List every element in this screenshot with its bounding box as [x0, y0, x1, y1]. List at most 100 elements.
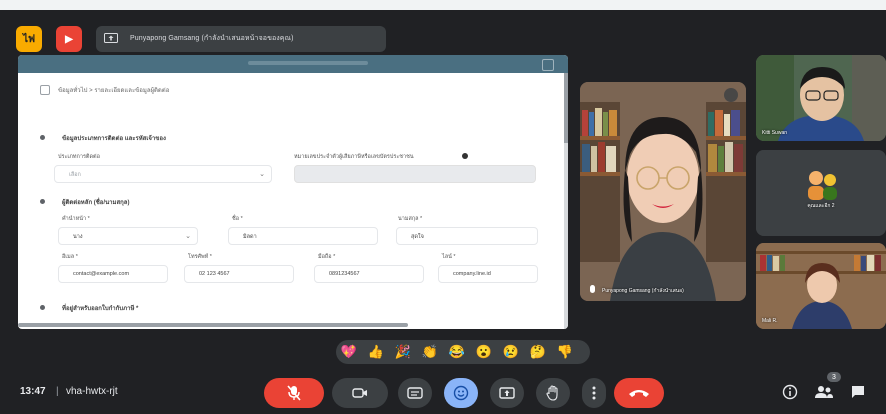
section-bullet — [40, 305, 45, 310]
email-input[interactable]: contact@example.com — [58, 265, 168, 283]
phone-value: 02 123 4567 — [199, 271, 230, 277]
participant-tile-1[interactable]: Kitti Suwan — [756, 55, 886, 141]
present-screen-icon — [104, 33, 118, 43]
first-name-input[interactable]: มิลดา — [228, 227, 378, 245]
meeting-time: 13:47 — [20, 386, 46, 397]
raise-hand-icon — [546, 385, 558, 401]
prefix-select[interactable]: นาง ⌄ — [58, 227, 198, 245]
first-name-value: มิลดา — [243, 234, 257, 240]
chat-button[interactable] — [846, 380, 870, 404]
chevron-down-icon: ⌄ — [185, 233, 191, 240]
chevron-down-icon: ⌄ — [259, 171, 265, 178]
camera-icon — [352, 388, 367, 398]
fullscreen-icon[interactable] — [542, 59, 554, 71]
line-label: ไลน์ * — [442, 254, 456, 260]
captions-button[interactable] — [398, 378, 432, 408]
app-badge-red[interactable]: ▶ — [56, 26, 82, 52]
phone-input[interactable]: 02 123 4567 — [184, 265, 294, 283]
mobile-label: มือถือ * — [318, 254, 336, 260]
email-label: อีเมล * — [62, 254, 78, 260]
participant-tile-2[interactable]: คุณและอีก 2 — [756, 150, 886, 236]
more-options-icon — [592, 386, 596, 400]
separator: | — [56, 386, 59, 397]
email-value: contact@example.com — [73, 271, 130, 277]
participant-count-badge: 3 — [827, 372, 841, 382]
meet-window: ไฟ ▶ Punyapong Gamsang (กำลังนำเสนอหน้าจ… — [0, 0, 886, 414]
vertical-scrollbar[interactable] — [564, 73, 568, 329]
reaction-laugh[interactable]: 😂 — [448, 343, 466, 361]
presentation-chip[interactable]: Punyapong Gamsang (กำลังนำเสนอหน้าจอของค… — [96, 26, 386, 52]
shared-document: ข้อมูลทั่วไป > รายละเอียดและข้อมูลผู้ติด… — [18, 73, 564, 327]
presentation-label: Punyapong Gamsang (กำลังนำเสนอหน้าจอของค… — [130, 35, 294, 42]
participant-tile-3[interactable]: Mali R. — [756, 243, 886, 329]
last-name-input[interactable]: สุดใจ — [396, 227, 538, 245]
meeting-code: vha-hwtx-rjt — [66, 386, 118, 397]
contact-type-value: เลือก — [69, 172, 81, 178]
contact-type-select[interactable]: เลือก ⌄ — [54, 165, 272, 183]
people-button[interactable] — [812, 380, 836, 404]
reactions-bar: 💖 👍 🎉 👏 😂 😮 😢 🤔 👎 — [336, 340, 590, 364]
participant-tile-main[interactable]: Punyapong Gamsang (กำลังนำเสนอ) — [580, 82, 746, 301]
present-button[interactable] — [490, 378, 524, 408]
tax-id-label: หมายเลขประจำตัวผู้เสียภาษีหรือเลขบัตรประ… — [294, 154, 414, 160]
present-icon — [499, 387, 515, 399]
people-icon — [815, 386, 833, 398]
reaction-thumbs-down[interactable]: 👎 — [556, 343, 574, 361]
section-contact-type: ข้อมูลประเภทการติดต่อ และรหัสเจ้าของ — [62, 136, 166, 142]
section-bullet — [40, 135, 45, 140]
reaction-thinking[interactable]: 🤔 — [529, 343, 547, 361]
horizontal-scrollbar[interactable] — [18, 323, 408, 327]
emoji-reactions-button[interactable] — [444, 378, 478, 408]
app-badge-yellow[interactable]: ไฟ — [16, 26, 42, 52]
chat-icon — [852, 386, 864, 398]
last-name-value: สุดใจ — [411, 234, 424, 240]
participant-name-3: Mali R. — [762, 318, 778, 324]
tax-id-input[interactable] — [294, 165, 536, 183]
phone-label: โทรศัพท์ * — [188, 254, 212, 260]
mic-off-icon — [287, 385, 301, 401]
section-tax-address: ที่อยู่สำหรับออกใบกำกับภาษี * — [62, 306, 139, 312]
breadcrumb: ข้อมูลทั่วไป > รายละเอียดและข้อมูลผู้ติด… — [58, 88, 170, 94]
shared-screen: ข้อมูลทั่วไป > รายละเอียดและข้อมูลผู้ติด… — [18, 55, 568, 329]
reaction-sad[interactable]: 😢 — [502, 343, 520, 361]
reaction-surprised[interactable]: 😮 — [475, 343, 493, 361]
prefix-value: นาง — [73, 234, 83, 240]
prefix-label: คำนำหน้า * — [62, 216, 90, 222]
more-options-button[interactable] — [582, 378, 606, 408]
meeting-info-button[interactable] — [778, 380, 802, 404]
info-icon — [782, 384, 798, 400]
line-input[interactable]: company.line.id — [438, 265, 538, 283]
info-icon[interactable] — [462, 153, 468, 159]
browser-top-strip — [0, 0, 886, 10]
participant-name-1: Kitti Suwan — [762, 130, 788, 136]
more-options-icon[interactable] — [724, 88, 738, 102]
section-bullet — [40, 199, 45, 204]
mic-icon — [590, 285, 595, 293]
participant-video-main — [580, 82, 746, 301]
scrollbar-thumb[interactable] — [564, 73, 568, 143]
emoji-icon — [453, 385, 469, 401]
section-primary-contact: ผู้ติดต่อหลัก (ชื่อ/นามสกุล) — [62, 200, 130, 206]
participant-video-1 — [756, 55, 886, 141]
mic-toggle-button[interactable] — [264, 378, 324, 408]
top-bar: ไฟ ▶ Punyapong Gamsang (กำลังนำเสนอหน้าจ… — [0, 10, 886, 52]
home-icon — [40, 85, 50, 95]
reaction-clap[interactable]: 👏 — [421, 343, 439, 361]
reaction-thumbs-up[interactable]: 👍 — [367, 343, 385, 361]
participant-avatar-2 — [756, 150, 886, 236]
contact-type-label: ประเภทการติดต่อ — [58, 154, 100, 160]
line-value: company.line.id — [453, 271, 491, 277]
shared-screen-header — [18, 55, 568, 73]
header-tab — [248, 61, 368, 65]
reaction-heart[interactable]: 💖 — [340, 343, 358, 361]
end-call-button[interactable] — [614, 378, 664, 408]
participant-name-main: Punyapong Gamsang (กำลังนำเสนอ) — [602, 288, 684, 294]
mobile-input[interactable]: 0891234567 — [314, 265, 424, 283]
captions-icon — [407, 387, 423, 399]
raise-hand-button[interactable] — [536, 378, 570, 408]
participant-name-2: คุณและอีก 2 — [807, 203, 835, 209]
reaction-party[interactable]: 🎉 — [394, 343, 412, 361]
last-name-label: นามสกุล * — [398, 216, 423, 222]
camera-toggle-button[interactable] — [332, 378, 388, 408]
end-call-icon — [629, 390, 649, 397]
